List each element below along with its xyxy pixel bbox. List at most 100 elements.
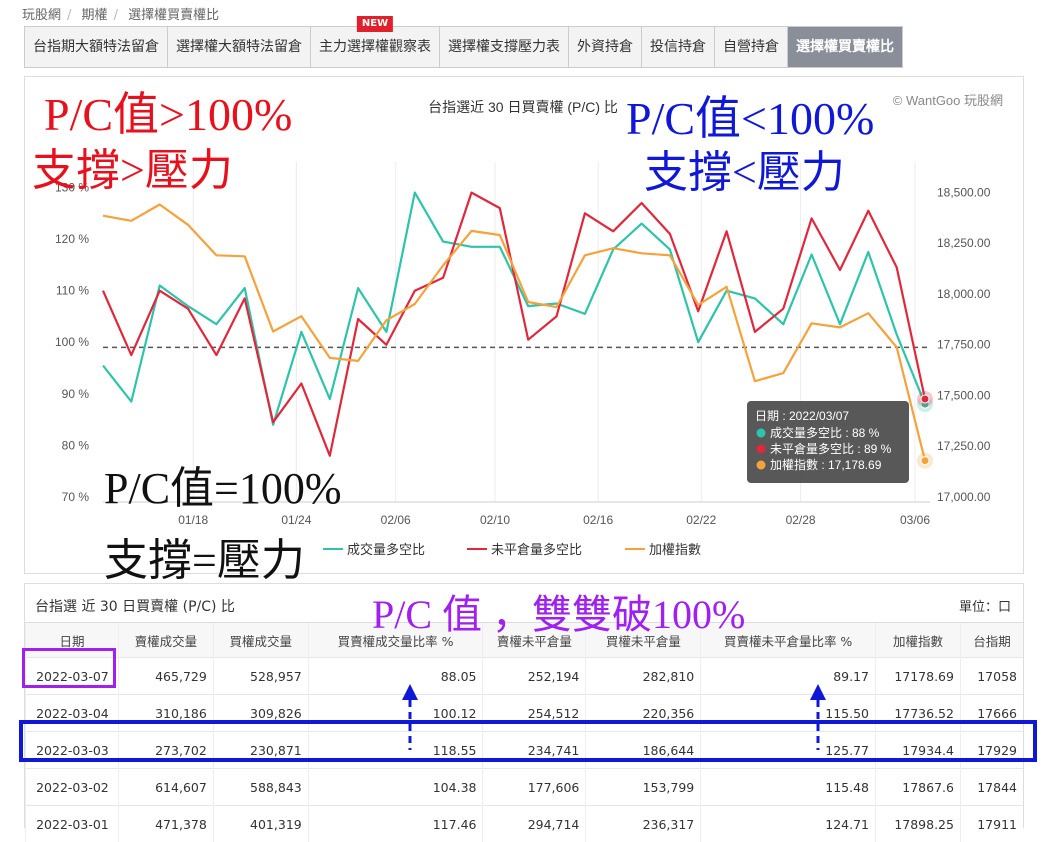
breadcrumb-current: 選擇權買賣權比	[128, 8, 219, 23]
tooltip-date: 日期 : 2022/03/07	[755, 409, 849, 423]
table-cell: 177,606	[483, 769, 586, 806]
chart-title: 台指選近 30 日買賣權 (P/C) 比	[428, 99, 618, 115]
tab-label: 選擇權大額特法留倉	[176, 39, 302, 55]
x-tick-label: 02/10	[480, 513, 510, 527]
right-y-tick-label: 17,250.00	[937, 439, 991, 453]
tab-trust-positions[interactable]: 投信持倉	[642, 27, 715, 67]
arrow-oi-ratio	[806, 682, 830, 752]
table-cell: 471,378	[118, 806, 213, 842]
x-tick-label: 03/06	[900, 513, 930, 527]
col-call-volume[interactable]: 買權成交量	[213, 623, 308, 658]
highlight-box-row-0303	[19, 720, 1037, 762]
chart-credit: © WantGoo 玩股網	[893, 93, 1003, 108]
right-y-tick-label: 18,000.00	[937, 287, 991, 301]
table-cell: 17867.6	[876, 769, 961, 806]
tab-futures-large-traders[interactable]: 台指期大額特法留倉	[25, 27, 168, 67]
left-y-tick-label: 70 %	[62, 490, 90, 504]
annotation-double-break: P/C 值 ，雙雙破100%	[372, 582, 745, 640]
tooltip-volume: 成交量多空比 : 88 %	[770, 425, 880, 440]
tooltip-oi: 未平倉量多空比 : 89 %	[770, 441, 892, 456]
table-cell: 17844	[960, 769, 1023, 806]
annotation-support-greater: 支撐>壓力	[32, 134, 233, 198]
breadcrumb-separator: /	[114, 8, 118, 23]
breadcrumb-options[interactable]: 期權	[82, 8, 108, 23]
left-y-tick-label: 80 %	[62, 438, 90, 452]
table-cell: 89.17	[701, 658, 876, 695]
col-index[interactable]: 加權指數	[876, 623, 961, 658]
table-cell: 88.05	[308, 658, 483, 695]
annotation-support-equal: 支撐=壓力	[104, 524, 305, 588]
col-futures[interactable]: 台指期	[960, 623, 1023, 658]
right-y-tick-label: 17,000.00	[937, 490, 991, 504]
table-cell: 17058	[960, 658, 1023, 695]
tooltip-index: 加權指數 : 17,178.69	[770, 457, 882, 472]
table-cell: 588,843	[213, 769, 308, 806]
tab-label: 投信持倉	[650, 39, 706, 55]
breadcrumb: 玩股網 / 期權 / 選擇權買賣權比	[22, 4, 225, 23]
series-endpoint-marker[interactable]	[921, 395, 929, 403]
right-y-tick-label: 17,750.00	[937, 338, 991, 352]
tab-label: 台指期大額特法留倉	[33, 39, 159, 55]
left-y-tick-label: 100 %	[55, 335, 89, 349]
left-y-tick-label: 110 %	[56, 284, 89, 298]
table-unit: 單位：口	[959, 596, 1011, 615]
tab-options-support-pressure[interactable]: 選擇權支撐壓力表	[440, 27, 569, 67]
table-cell: 401,319	[213, 806, 308, 842]
table-cell: 117.46	[308, 806, 483, 842]
col-put-volume[interactable]: 賣權成交量	[118, 623, 213, 658]
x-tick-label: 02/16	[583, 513, 613, 527]
table-cell: 124.71	[701, 806, 876, 842]
legend-label-volume[interactable]: 成交量多空比	[347, 542, 425, 557]
series-line-volume-ratio	[103, 193, 925, 425]
legend-label-oi[interactable]: 未平倉量多空比	[491, 542, 582, 557]
tooltip-dot-volume	[757, 429, 766, 438]
table-title: 台指選 近 30 日買賣權 (P/C) 比	[35, 596, 235, 616]
table-cell: 252,194	[483, 658, 586, 695]
table-cell: 614,607	[118, 769, 213, 806]
right-y-tick-label: 18,250.00	[937, 236, 991, 250]
left-y-tick-label: 90 %	[62, 387, 90, 401]
x-tick-label: 02/28	[786, 513, 816, 527]
table-cell: 236,317	[586, 806, 701, 842]
tooltip-dot-oi	[757, 445, 766, 454]
x-tick-label: 02/22	[686, 513, 716, 527]
table-cell: 17178.69	[876, 658, 961, 695]
highlight-box-latest-date	[22, 648, 116, 688]
right-y-tick-label: 18,500.00	[937, 185, 991, 199]
legend-label-index[interactable]: 加權指數	[649, 542, 701, 557]
tab-dealer-positions[interactable]: 自營持倉	[715, 27, 788, 67]
table-row: 2022-03-01471,378401,319117.46294,714236…	[26, 806, 1024, 842]
new-badge: NEW	[357, 16, 393, 32]
tab-label: 主力選擇權觀察表	[319, 39, 431, 55]
chart-legend: 成交量多空比 未平倉量多空比 加權指數	[323, 542, 701, 557]
annotation-pc-equal: P/C值=100%	[104, 452, 342, 516]
tooltip-dot-index	[757, 461, 766, 470]
table-cell: 153,799	[586, 769, 701, 806]
table-cell: 104.38	[308, 769, 483, 806]
x-tick-label: 02/06	[381, 513, 411, 527]
series-endpoint-marker[interactable]	[921, 457, 929, 465]
left-y-tick-label: 120 %	[55, 232, 89, 246]
table-cell: 115.48	[701, 769, 876, 806]
table-cell: 465,729	[118, 658, 213, 695]
table-cell: 17911	[960, 806, 1023, 842]
arrow-oi-ratio-head	[810, 684, 826, 700]
table-cell: 528,957	[213, 658, 308, 695]
table-row: 2022-03-02614,607588,843104.38177,606153…	[26, 769, 1024, 806]
tab-label: 外資持倉	[577, 39, 633, 55]
arrow-volume-ratio	[398, 682, 422, 752]
breadcrumb-home[interactable]: 玩股網	[22, 8, 61, 23]
tab-options-large-traders[interactable]: 選擇權大額特法留倉	[168, 27, 311, 67]
tab-main-options-watch[interactable]: NEW主力選擇權觀察表	[311, 27, 440, 67]
tab-put-call-ratio[interactable]: 選擇權買賣權比	[788, 27, 902, 67]
breadcrumb-separator: /	[67, 8, 71, 23]
table-cell: 282,810	[586, 658, 701, 695]
annotation-support-less: 支撐<壓力	[644, 136, 845, 200]
table-row: 2022-03-07465,729528,95788.05252,194282,…	[26, 658, 1024, 695]
chart-tooltip: 日期 : 2022/03/07 成交量多空比 : 88 % 未平倉量多空比 : …	[747, 401, 909, 483]
tab-foreign-positions[interactable]: 外資持倉	[569, 27, 642, 67]
table-cell: 2022-03-01	[26, 806, 119, 842]
right-y-tick-label: 17,500.00	[937, 388, 991, 402]
tab-bar: 台指期大額特法留倉 選擇權大額特法留倉 NEW主力選擇權觀察表 選擇權支撐壓力表…	[24, 26, 903, 68]
arrow-volume-ratio-head	[402, 684, 418, 700]
